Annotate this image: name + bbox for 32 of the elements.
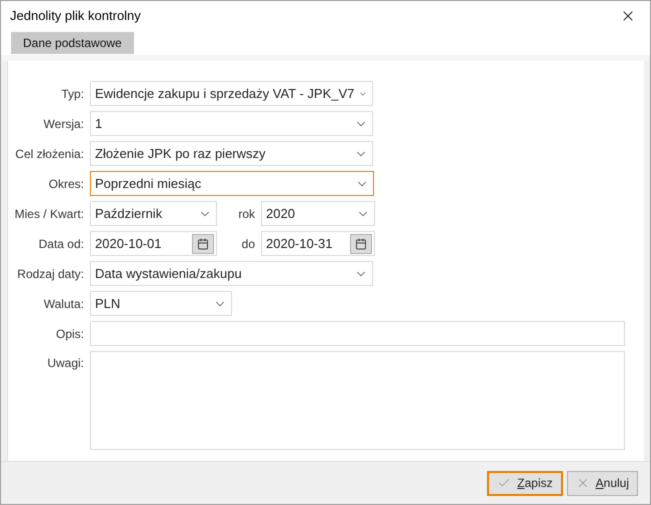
field-label: Mies / Kwart:: [14, 206, 84, 222]
field-label: Cel złożenia:: [14, 146, 84, 162]
cancel-button[interactable]: Anuluj: [566, 470, 638, 496]
field-label: Waluta:: [42, 296, 84, 312]
dropdown-field[interactable]: 1: [90, 111, 373, 136]
tab[interactable]: Dane podstawowe: [11, 32, 134, 54]
field-label: Data od:: [38, 236, 84, 252]
calendar-button[interactable]: [350, 234, 372, 254]
field-label: Opis:: [54, 326, 84, 342]
window-title: Jednolity plik kontrolny: [10, 7, 142, 26]
save-button[interactable]: Zapisz: [487, 470, 563, 496]
input-field[interactable]: [90, 321, 625, 346]
dropdown-field[interactable]: Data wystawienia/zakupu: [90, 261, 373, 286]
dropdown-field[interactable]: Złożenie JPK po raz pierwszy: [90, 141, 373, 166]
dropdown-field[interactable]: 2020: [261, 201, 375, 226]
dropdown-field[interactable]: Październik: [90, 201, 217, 226]
field-label: Okres:: [48, 176, 84, 192]
field-label: Wersja:: [42, 116, 84, 132]
field-label: Typ:: [60, 86, 84, 102]
field-label: Rodzaj daty:: [16, 266, 84, 282]
date-field[interactable]: 2020-10-31: [261, 231, 375, 256]
field-label: do: [240, 236, 255, 252]
calendar-icon: [197, 238, 209, 250]
date-field[interactable]: 2020-10-01: [90, 231, 217, 256]
dropdown-field[interactable]: PLN: [90, 291, 232, 316]
dropdown-field[interactable]: Ewidencje zakupu i sprzedaży VAT - JPK_V7: [90, 81, 373, 106]
field-label: rok: [237, 206, 255, 222]
calendar-icon: [355, 238, 367, 250]
calendar-button[interactable]: [192, 234, 214, 254]
field-label: Uwagi:: [46, 355, 84, 372]
dropdown-field[interactable]: Poprzedni miesiąc: [90, 171, 374, 196]
notes-field[interactable]: [90, 351, 625, 450]
